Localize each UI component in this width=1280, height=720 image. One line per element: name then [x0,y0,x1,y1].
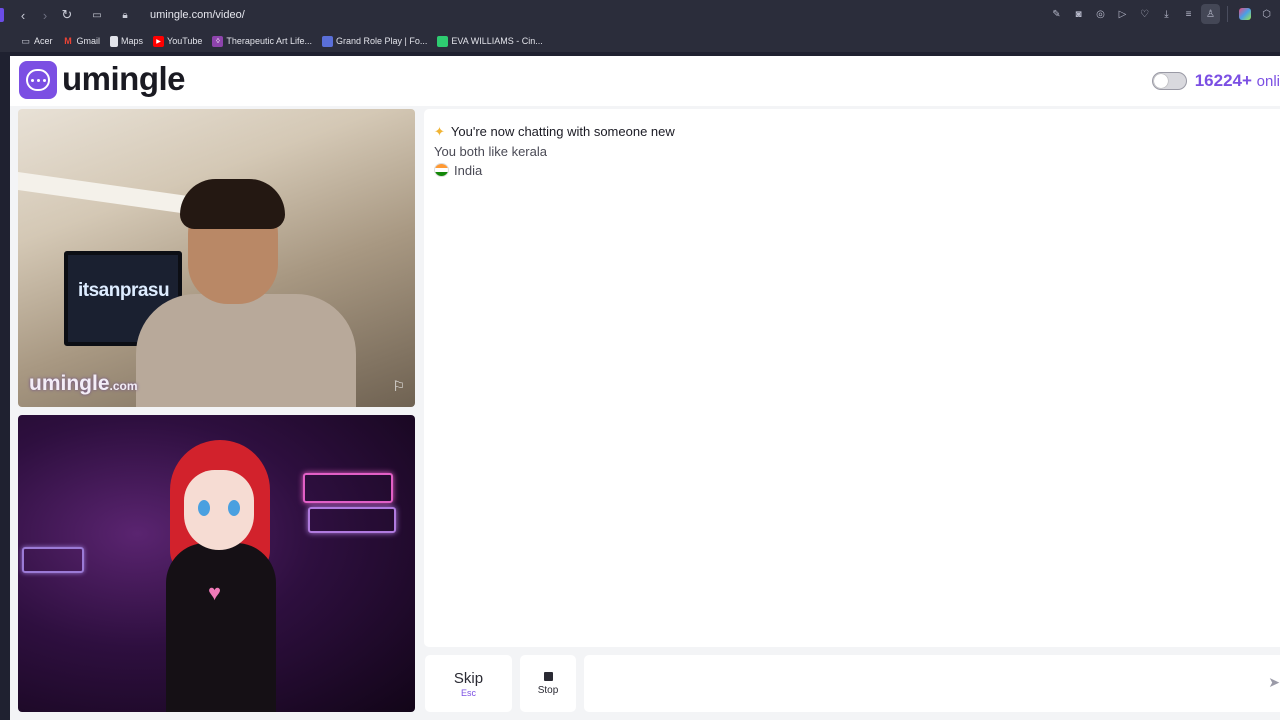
site-settings-icon[interactable]: ▭ [86,4,108,26]
neon-sign-kick [308,507,396,533]
profile-icon[interactable]: ♙ [1201,4,1220,24]
toolbar-actions: ✎ ◙ ◎ ▷ ♡ ⤓ ≡ ♙ ⬡ [1047,4,1276,24]
extension-icon[interactable] [1235,4,1254,24]
send-icon[interactable]: ➤ [1268,674,1280,691]
shield-icon[interactable]: ◎ [1091,4,1110,24]
report-flag-icon[interactable]: ⚐ [392,378,405,395]
chat-system-message: ✦ You're now chatting with someone new [434,124,675,139]
youtube-icon: ▶ [153,35,165,47]
bookmark-gmail[interactable]: M Gmail [63,36,100,47]
tab-edge-accent [0,8,4,22]
bookmark-therapeutic-art[interactable]: ◊ Therapeutic Art Life... [212,35,312,47]
url-text[interactable]: umingle.com/video/ [150,9,245,21]
person-body [136,294,356,407]
toolbar-divider [1227,6,1228,22]
site-icon [437,35,449,47]
skip-button[interactable]: Skip Esc [425,655,512,712]
video-watermark: umingle.com [29,372,138,395]
site-icon [321,35,333,47]
avatar-body [166,543,276,712]
forward-icon[interactable]: › [34,4,56,26]
person-hair [180,179,285,229]
bookmark-maps[interactable]: Maps [110,35,143,47]
common-interest-text: You both like kerala [434,144,547,159]
video-background-shelf [18,172,188,214]
camera-icon[interactable]: ◙ [1069,4,1088,24]
address-bar[interactable]: ▭ 🔒︎ umingle.com/video/ [86,4,245,26]
heart-icon[interactable]: ♡ [1135,4,1154,24]
neon-sign-left [22,547,84,573]
stop-icon [543,671,553,681]
skip-shortcut-hint: Esc [460,687,476,698]
bookmark-acer[interactable]: ▭ Acer [20,35,52,47]
stranger-country: India [434,163,482,178]
folder-icon: ▭ [21,35,30,46]
self-video: ♥ [18,415,415,712]
bookmark-page-icon [110,35,119,47]
neon-sign-youtube [303,473,393,503]
cube-icon[interactable]: ⬡ [1257,4,1276,24]
lock-icon: 🔒︎ [122,9,128,21]
avatar-left-eye [198,500,210,516]
reload-icon[interactable]: ↻ [56,4,78,26]
site-logo[interactable]: umingle [62,60,186,98]
chat-panel: ✦ You're now chatting with someone new Yo… [424,109,1280,647]
menu-icon[interactable]: ≡ [1179,4,1198,24]
play-icon[interactable]: ▷ [1113,4,1132,24]
online-status: 16224+ onli [1151,71,1280,91]
bookmarks-bar: ▭ Acer M Gmail Maps ▶ YouTube ◊ Therapeu… [0,30,1280,52]
monitor-text: itsanprasu [78,280,170,301]
online-count: 16224+ onli [1194,71,1280,90]
chat-bubble-icon[interactable] [19,61,57,99]
bookmark-grand-role-play[interactable]: Grand Role Play | Fo... [321,35,427,47]
bookmark-youtube[interactable]: ▶ YouTube [153,35,202,47]
heart-icon: ♥ [208,580,222,605]
stranger-video: itsanprasu umingle.com ⚐ [18,109,415,407]
message-input[interactable] [584,655,1280,712]
avatar-right-eye [228,500,240,516]
sparkle-icon: ✦ [434,124,445,139]
avatar-face [184,470,254,550]
site-icon: ◊ [212,35,224,47]
page: umingle 16224+ onli itsanprasu umingle.c… [10,56,1280,720]
bookmark-eva-williams[interactable]: EVA WILLIAMS - Cin... [437,35,543,47]
stop-button[interactable]: Stop [520,655,576,712]
site-header: umingle 16224+ onli [10,56,1280,106]
edit-icon[interactable]: ✎ [1047,4,1066,24]
india-flag-icon [434,163,449,177]
back-icon[interactable]: ‹ [12,4,34,26]
browser-toolbar: ‹ › ↻ ▭ 🔒︎ umingle.com/video/ ✎ ◙ ◎ ▷ ♡ … [0,0,1280,30]
gmail-icon: M [64,36,72,46]
theme-toggle[interactable] [1151,72,1187,90]
download-icon[interactable]: ⤓ [1157,4,1176,24]
